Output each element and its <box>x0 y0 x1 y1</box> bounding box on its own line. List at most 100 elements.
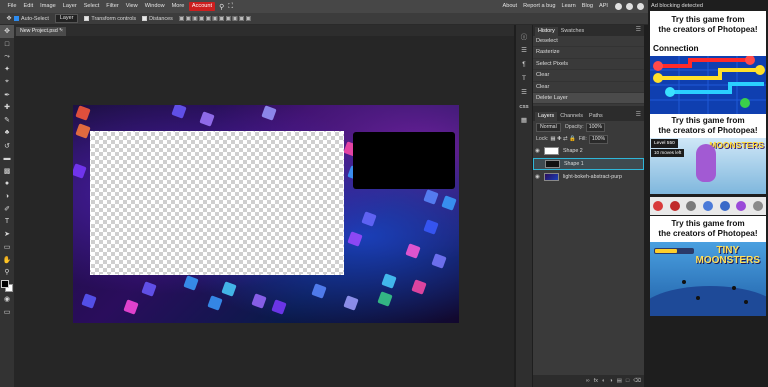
screen-mode-icon[interactable]: ▭ <box>0 305 14 318</box>
zoom-tool[interactable]: ⚲ <box>0 266 14 279</box>
account-button[interactable]: Account <box>188 2 216 11</box>
tab-swatches[interactable]: Swatches <box>558 27 587 36</box>
history-panel-header: History Swatches ☰ <box>533 25 644 36</box>
visibility-eye-icon[interactable]: ◉ <box>533 148 542 154</box>
layer-style-icon[interactable]: fx <box>594 378 598 384</box>
shape-tool[interactable]: ▭ <box>0 241 14 254</box>
history-item[interactable]: Rasterize <box>533 47 644 59</box>
crop-tool[interactable]: ⌖ <box>0 76 14 89</box>
layer-row-shape-2[interactable]: ◉ Shape 2 <box>533 145 644 158</box>
healing-tool[interactable]: ✚ <box>0 101 14 114</box>
foreground-color-swatch[interactable] <box>1 279 9 288</box>
menu-image[interactable]: Image <box>37 0 60 13</box>
link-api[interactable]: API <box>596 0 611 13</box>
new-group-icon[interactable]: ▤ <box>617 378 622 384</box>
panel-menu-icon[interactable]: ☰ <box>636 26 641 33</box>
tab-layers[interactable]: Layers <box>535 112 558 121</box>
align-icons[interactable]: ▣▣▣▣▣▣▣▣▣▣▣ <box>179 15 252 22</box>
type-tool[interactable]: T <box>0 215 14 228</box>
fill-input[interactable]: 100% <box>588 134 609 144</box>
hand-tool[interactable]: ✋ <box>0 253 14 266</box>
promo-line-2: the creators of Photopea! <box>658 229 758 238</box>
clone-stamp-tool[interactable]: ♣ <box>0 127 14 140</box>
blend-mode-select[interactable]: Normal <box>536 122 561 132</box>
magic-wand-tool[interactable]: ✦ <box>0 63 14 76</box>
layer-select[interactable]: Layer <box>54 14 79 23</box>
eyedropper-tool[interactable]: ✒ <box>0 88 14 101</box>
brush-tool[interactable]: ✎ <box>0 114 14 127</box>
paragraph-icon[interactable]: ¶ <box>516 57 532 71</box>
document-tab[interactable]: New Project.psd * × <box>16 27 66 36</box>
color-swatches[interactable] <box>0 279 14 293</box>
shape-1-transparent-area[interactable] <box>90 131 344 275</box>
layer-row-shape-1[interactable]: Shape 1 <box>533 157 644 171</box>
transform-controls-checkbox[interactable] <box>84 16 90 21</box>
gradient-tool[interactable]: ▩ <box>0 165 14 178</box>
adjust-icon[interactable]: ☰ <box>516 85 532 99</box>
ad-tiny-moonsters[interactable]: TINY MOONSTERS <box>650 242 766 316</box>
auto-select-checkbox[interactable] <box>14 16 19 21</box>
history-item[interactable]: Deselect <box>533 36 644 48</box>
history-item[interactable]: Select Pixels <box>533 59 644 71</box>
mask-icon[interactable]: ◐ <box>602 378 605 384</box>
marquee-tool[interactable]: □ <box>0 38 14 51</box>
ad-promo-text[interactable]: Try this game from the creators of Photo… <box>650 114 766 138</box>
image-icon[interactable]: ▦ <box>516 113 532 127</box>
character-icon[interactable]: T <box>516 71 532 85</box>
menu-window[interactable]: Window <box>141 0 168 13</box>
opacity-input[interactable]: 100% <box>585 122 606 132</box>
facebook-icon[interactable] <box>637 3 644 10</box>
ad-promo-text[interactable]: Try this game from the creators of Photo… <box>650 216 766 242</box>
tab-history[interactable]: History <box>535 27 558 36</box>
link-report-bug[interactable]: Report a bug <box>520 0 558 13</box>
menu-select[interactable]: Select <box>80 0 103 13</box>
dodge-tool[interactable]: ◑ <box>0 190 14 203</box>
menu-layer[interactable]: Layer <box>59 0 80 13</box>
history-item[interactable]: Delete Layer <box>533 92 644 105</box>
link-about[interactable]: About <box>499 0 520 13</box>
twitter-icon[interactable] <box>626 3 633 10</box>
path-select-tool[interactable]: ➤ <box>0 228 14 241</box>
menu-filter[interactable]: Filter <box>103 0 122 13</box>
ad-connection-game[interactable]: Connection <box>650 40 766 114</box>
menu-more[interactable]: More <box>168 0 188 13</box>
quick-mask-icon[interactable]: ◉ <box>0 293 14 306</box>
lasso-tool[interactable]: ⤳ <box>0 50 14 63</box>
adjustment-icon[interactable]: ◑ <box>609 378 612 384</box>
layer-row-background[interactable]: ◉ light-bokeh-abstract-purp <box>533 170 644 183</box>
link-layers-icon[interactable]: ∞ <box>586 378 590 384</box>
delete-layer-icon[interactable]: ⌫ <box>633 378 641 384</box>
eraser-tool[interactable]: ▬ <box>0 152 14 165</box>
reddit-icon[interactable] <box>615 3 622 10</box>
css-icon[interactable]: CSS <box>516 99 532 113</box>
visibility-eye-icon[interactable]: ◉ <box>533 174 542 180</box>
canvas-workspace[interactable] <box>14 36 514 387</box>
tab-channels[interactable]: Channels <box>557 112 586 121</box>
history-brush-tool[interactable]: ↺ <box>0 139 14 152</box>
menu-file[interactable]: File <box>4 0 20 13</box>
ad-monster-strip[interactable] <box>650 197 766 215</box>
pen-tool[interactable]: ✐ <box>0 203 14 216</box>
close-tab-icon[interactable]: × <box>60 27 63 36</box>
link-learn[interactable]: Learn <box>558 0 578 13</box>
ad-moonsters-game[interactable]: Level 550 10 moves left MOONSTERS <box>650 138 766 194</box>
menu-view[interactable]: View <box>122 0 141 13</box>
info-icon[interactable]: ⓘ <box>516 29 532 43</box>
document-canvas[interactable] <box>73 105 459 323</box>
history-item[interactable]: Clear <box>533 82 644 93</box>
ad-promo-text[interactable]: Try this game from the creators of Photo… <box>650 11 766 40</box>
tab-paths[interactable]: Paths <box>586 112 606 121</box>
lock-icons[interactable]: ▦ ✚ ⇄ 🔒 <box>550 136 575 142</box>
link-blog[interactable]: Blog <box>579 0 596 13</box>
history-item[interactable]: Clear <box>533 70 644 82</box>
menu-edit[interactable]: Edit <box>20 0 37 13</box>
panel-menu-icon[interactable]: ☰ <box>636 111 641 118</box>
fullscreen-icon[interactable]: ⛶ <box>228 3 233 11</box>
move-tool[interactable]: ✥ <box>0 25 14 38</box>
brush-settings-icon[interactable]: ☰ <box>516 43 532 57</box>
distances-checkbox[interactable] <box>142 16 148 21</box>
blur-tool[interactable]: ● <box>0 177 14 190</box>
new-layer-icon[interactable]: □ <box>626 378 629 384</box>
search-icon[interactable]: ⚲ <box>219 3 224 11</box>
shape-2-black-rectangle[interactable] <box>353 132 455 189</box>
